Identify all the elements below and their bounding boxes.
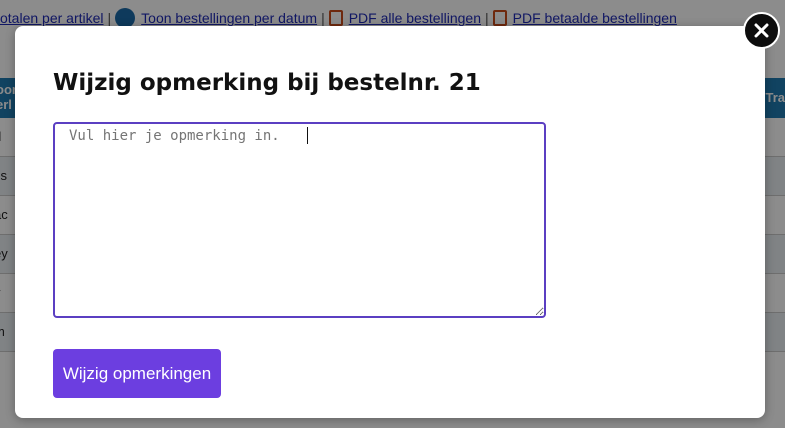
close-icon — [754, 23, 769, 38]
close-button[interactable] — [743, 12, 780, 49]
text-caret — [307, 127, 308, 144]
edit-remark-modal: Wijzig opmerking bij bestelnr. 21 Wijzig… — [15, 26, 765, 418]
submit-remarks-button[interactable]: Wijzig opmerkingen — [53, 349, 221, 398]
modal-title: Wijzig opmerking bij bestelnr. 21 — [53, 70, 481, 96]
remark-textarea[interactable] — [53, 122, 546, 318]
